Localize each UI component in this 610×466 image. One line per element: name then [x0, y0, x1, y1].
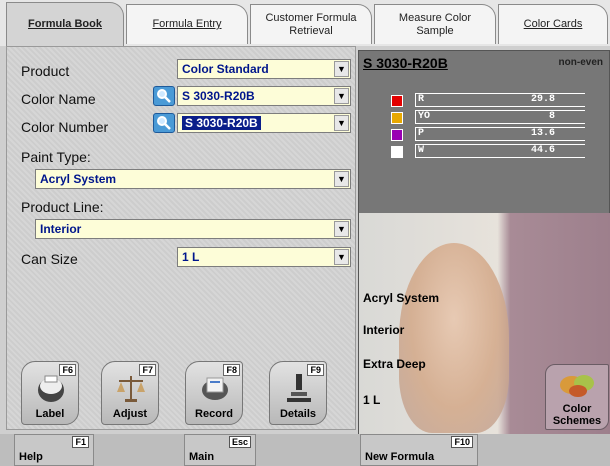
photo-paint-type: Acryl System — [363, 291, 440, 305]
details-button[interactable]: F9 Details — [269, 361, 327, 425]
colorant-swatch-r — [391, 95, 403, 107]
can-size-value: 1 L — [182, 250, 200, 264]
photo-product-line: Interior — [363, 323, 405, 337]
product-label: Product — [21, 63, 70, 79]
colorant-swatch-p — [391, 129, 403, 141]
colorant-row-r: R 29.8 — [415, 93, 585, 107]
help-button-caption: Help — [19, 451, 43, 463]
tab-color-cards[interactable]: Color Cards — [498, 4, 608, 44]
adjust-button[interactable]: F7 Adjust — [101, 361, 159, 425]
non-even-flag: non-even — [558, 57, 603, 68]
can-size-select[interactable]: 1 L ▼ — [177, 247, 351, 267]
chevron-down-icon[interactable]: ▼ — [334, 88, 349, 104]
label-button[interactable]: F6 Label — [21, 361, 79, 425]
record-button[interactable]: F8 Record — [185, 361, 243, 425]
product-line-value: Interior — [40, 222, 82, 236]
tab-customer-formula-retrieval[interactable]: Customer Formula Retrieval — [250, 4, 372, 44]
adjust-button-caption: Adjust — [112, 408, 148, 420]
product-select[interactable]: Color Standard ▼ — [177, 59, 351, 79]
chevron-down-icon[interactable]: ▼ — [334, 61, 349, 77]
search-icon[interactable] — [153, 113, 175, 133]
colorant-swatch-yo — [391, 112, 403, 124]
new-formula-button[interactable]: F10 New Formula — [360, 434, 478, 466]
paint-type-label: Paint Type: — [21, 149, 91, 165]
tab-bar: Formula Book Formula Entry Customer Form… — [0, 0, 610, 46]
search-icon[interactable] — [153, 86, 175, 106]
leaves-icon — [560, 375, 594, 397]
printer-icon — [38, 375, 64, 402]
product-value: Color Standard — [182, 62, 269, 76]
help-button[interactable]: F1 Help — [14, 434, 94, 466]
colorant-swatch-w — [391, 146, 403, 158]
formula-form-panel: Product Color Standard ▼ Color Name S 30… — [6, 46, 356, 430]
details-button-caption: Details — [279, 408, 317, 420]
tab-formula-entry[interactable]: Formula Entry — [126, 4, 248, 44]
product-line-label: Product Line: — [21, 199, 104, 215]
key-hint: Esc — [228, 436, 251, 448]
record-button-caption: Record — [195, 408, 233, 420]
product-photo: Acryl System Interior Extra Deep 1 L Col… — [359, 213, 610, 434]
microscope-icon — [287, 374, 311, 402]
chevron-down-icon[interactable]: ▼ — [334, 249, 349, 265]
chevron-down-icon[interactable]: ▼ — [334, 115, 349, 131]
paint-type-select[interactable]: Acryl System ▼ — [35, 169, 351, 189]
color-number-select[interactable]: S 3030-R20B ▼ — [177, 113, 351, 133]
tab-formula-book[interactable]: Formula Book — [6, 2, 124, 46]
color-schemes-caption: Color Schemes — [552, 403, 602, 427]
colorant-row-yo: YO 8 — [415, 110, 585, 124]
tab-measure-color-sample[interactable]: Measure Color Sample — [374, 4, 496, 44]
product-line-select[interactable]: Interior ▼ — [35, 219, 351, 239]
photo-base: Extra Deep — [363, 357, 426, 371]
rolodex-icon — [202, 377, 228, 400]
main-button[interactable]: Esc Main — [184, 434, 256, 466]
chevron-down-icon[interactable]: ▼ — [334, 221, 349, 237]
colorant-row-w: W 44.6 — [415, 144, 585, 158]
main-button-caption: Main — [189, 451, 215, 463]
color-name-label: Color Name — [21, 91, 96, 107]
color-name-select[interactable]: S 3030-R20B ▼ — [177, 86, 351, 106]
color-title: S 3030-R20B — [363, 55, 448, 71]
color-number-label: Color Number — [21, 119, 109, 135]
label-button-caption: Label — [35, 408, 65, 420]
color-schemes-button[interactable]: Color Schemes — [545, 364, 609, 430]
new-formula-button-caption: New Formula — [365, 451, 435, 463]
color-number-value: S 3030-R20B — [182, 116, 261, 130]
scale-icon — [117, 376, 145, 402]
key-hint: F10 — [451, 436, 473, 448]
colorant-row-p: P 13.6 — [415, 127, 585, 141]
paint-type-value: Acryl System — [40, 172, 117, 186]
color-name-value: S 3030-R20B — [182, 89, 255, 103]
chevron-down-icon[interactable]: ▼ — [334, 171, 349, 187]
woman-photo — [399, 243, 509, 433]
can-size-label: Can Size — [21, 251, 78, 267]
photo-can-size: 1 L — [363, 393, 381, 407]
key-hint: F1 — [72, 436, 89, 448]
bottom-toolbar: F1 Help Esc Main F10 New Formula — [0, 434, 610, 466]
color-info-panel: S 3030-R20B non-even R 29.8 YO 8 P 13.6 W 44… — [358, 50, 610, 434]
